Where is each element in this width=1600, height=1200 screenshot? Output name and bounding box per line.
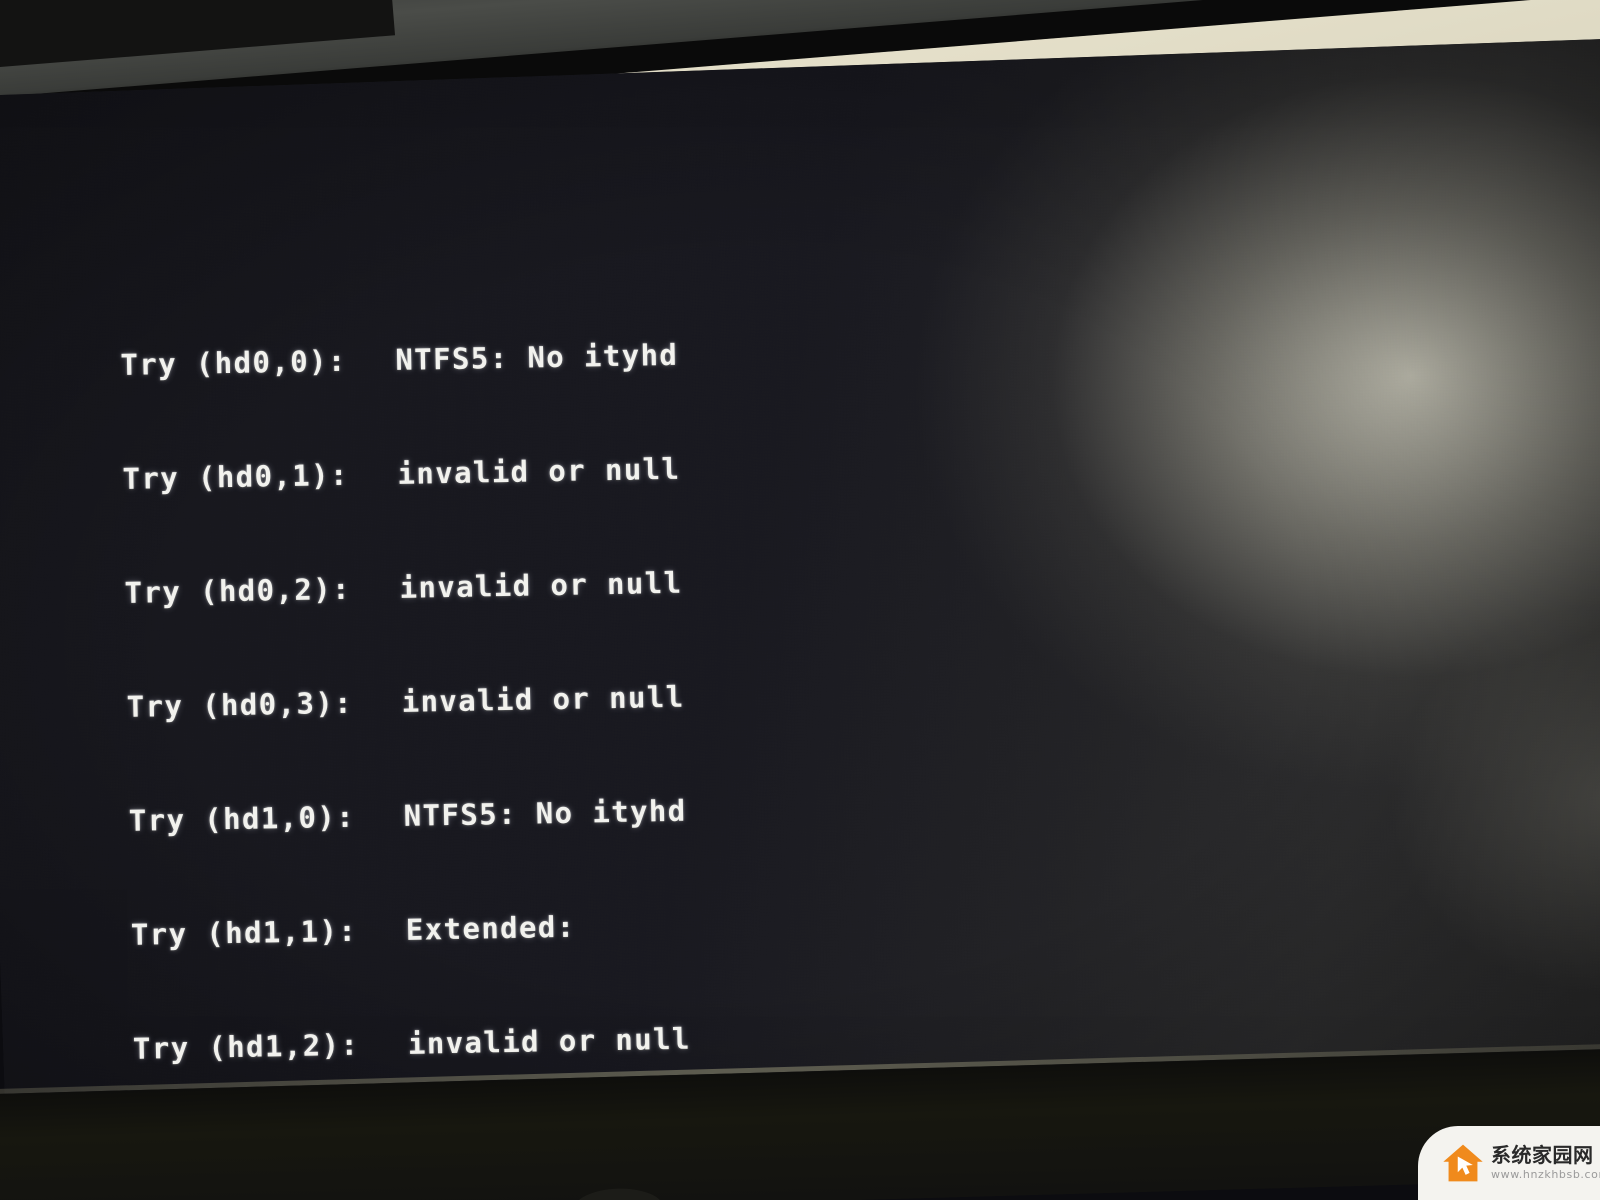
try-line: Try (hd0,1): invalid or null [122, 435, 1488, 498]
try-result: invalid or null [407, 1021, 692, 1061]
try-result: NTFS5: No ityhd [395, 337, 679, 377]
try-line: Try (hd0,2): invalid or null [124, 549, 1490, 612]
try-device: Try (hd0,2): [124, 571, 352, 610]
house-cursor-icon [1442, 1142, 1484, 1184]
try-line: Try (hd1,1): Extended: [131, 891, 1497, 954]
photo-of-monitor: Try (hd0,0): NTFS5: No ityhd Try (hd0,1):… [0, 0, 1600, 1200]
try-device: Try (hd1,1): [130, 913, 358, 952]
try-result: Extended: [405, 909, 576, 947]
bootloader-console-output: Try (hd0,0): NTFS5: No ityhd Try (hd0,1):… [118, 207, 1521, 1200]
watermark-site-name: 系统家园网 [1491, 1143, 1594, 1168]
try-result: invalid or null [397, 451, 681, 491]
try-device: Try (hd1,0): [128, 799, 356, 838]
monitor-stand-bump [572, 1187, 664, 1200]
try-line: Try (hd0,3): invalid or null [126, 663, 1492, 726]
try-result: NTFS5: No ityhd [403, 793, 687, 833]
try-result: invalid or null [401, 679, 685, 719]
try-device: Try (hd0,1): [122, 457, 350, 496]
watermark-text: 系统家园网 www.hnzkhbsb.com [1491, 1143, 1600, 1181]
site-watermark: 系统家园网 www.hnzkhbsb.com [1418, 1126, 1600, 1200]
try-result: invalid or null [399, 565, 683, 605]
watermark-url: www.hnzkhbsb.com [1491, 1167, 1600, 1181]
try-device: Try (hd0,0): [120, 343, 348, 382]
try-line: Try (hd0,0): NTFS5: No ityhd [120, 321, 1486, 384]
try-device: Try (hd0,3): [126, 685, 354, 724]
try-line: Try (hd1,0): NTFS5: No ityhd [128, 777, 1494, 840]
try-device: Try (hd1,2): [132, 1027, 360, 1066]
